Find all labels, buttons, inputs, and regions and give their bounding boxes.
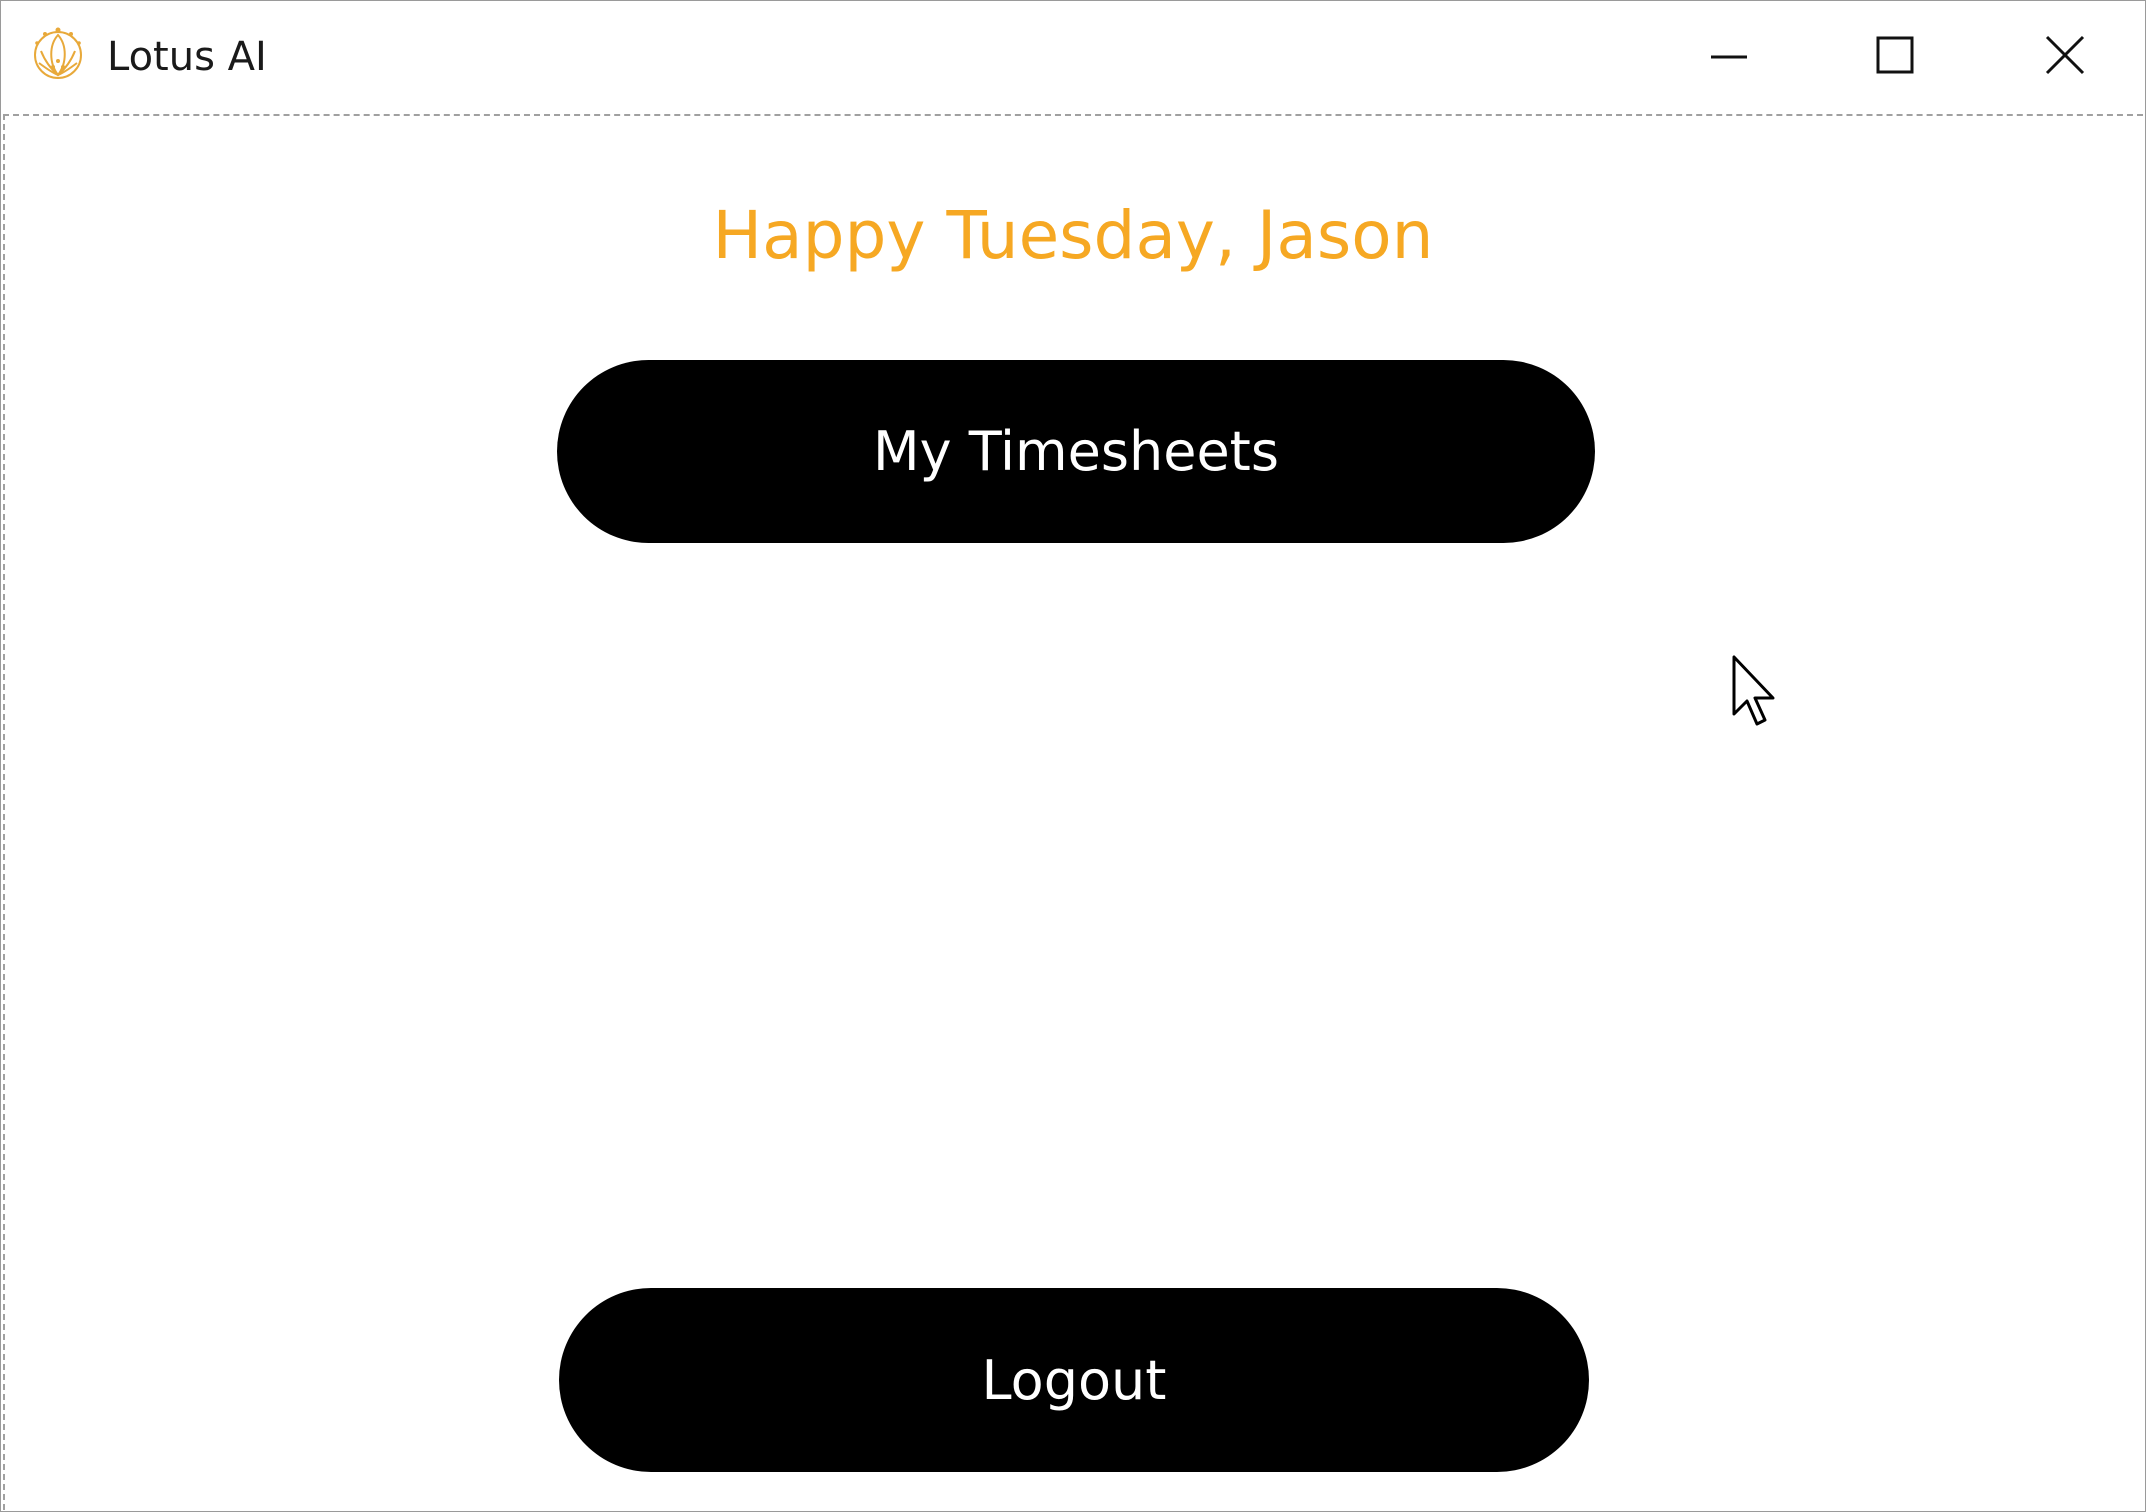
greeting-heading: Happy Tuesday, Jason bbox=[712, 197, 1434, 274]
my-timesheets-label: My Timesheets bbox=[873, 420, 1279, 483]
logout-label: Logout bbox=[981, 1348, 1167, 1412]
window-title: Lotus AI bbox=[107, 34, 267, 80]
minimize-button[interactable] bbox=[1649, 1, 1809, 109]
minimize-icon bbox=[1711, 55, 1747, 59]
maximize-icon bbox=[1876, 36, 1914, 74]
maximize-button[interactable] bbox=[1815, 1, 1975, 109]
close-button[interactable] bbox=[1985, 1, 2145, 109]
title-bar[interactable]: Lotus AI bbox=[1, 1, 2145, 113]
my-timesheets-button[interactable]: My Timesheets bbox=[557, 360, 1595, 543]
lotus-logo-icon bbox=[31, 25, 85, 83]
mouse-pointer-icon bbox=[1731, 654, 1781, 728]
close-icon bbox=[2045, 35, 2085, 75]
logout-button[interactable]: Logout bbox=[559, 1288, 1589, 1472]
